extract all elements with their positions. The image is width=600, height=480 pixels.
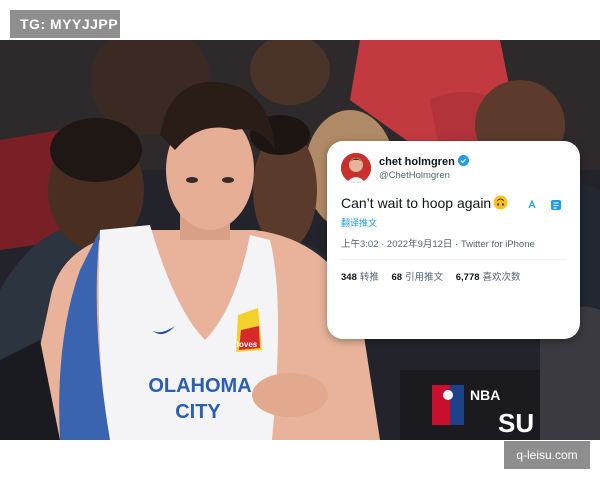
avatar[interactable] (341, 153, 371, 183)
stat-quotes-label: 引用推文 (405, 272, 444, 283)
tweet-text: Can’t wait to hoop again (341, 195, 508, 211)
jersey-city-text: CITY (175, 401, 221, 423)
verified-badge-icon (457, 155, 469, 166)
translate-icons[interactable] (527, 199, 563, 211)
nba-banner-sub-text: SU (498, 408, 534, 438)
basketball-photo: loves OLAHOMA CITY NBA SU chet holmgren … (0, 40, 600, 440)
tweet-stats: 348 转推 68 引用推文 6,778 喜欢次数 (341, 269, 531, 283)
tweet-card[interactable]: chet holmgren @ChetHolmgren Can’t wait t… (327, 141, 580, 339)
stat-likes-label: 喜欢次数 (482, 272, 521, 283)
stat-retweets[interactable]: 348 转推 (341, 269, 379, 283)
upside-down-face-emoji-icon (493, 195, 508, 210)
translate-tweet-link[interactable]: 翻译推文 (341, 216, 377, 229)
display-name-text: chet holmgren (379, 156, 455, 168)
tweet-text-content: Can’t wait to hoop again (341, 195, 492, 211)
nba-banner-text: NBA (470, 387, 500, 403)
avatar-image (341, 153, 371, 183)
divider (341, 259, 566, 260)
stat-retweets-label: 转推 (359, 272, 379, 283)
jersey-team-text: OLAHOMA (148, 375, 251, 397)
sponsor-text: loves (237, 340, 258, 349)
stat-retweets-count: 348 (341, 272, 357, 283)
stat-likes[interactable]: 6,778 喜欢次数 (456, 269, 521, 283)
display-name[interactable]: chet holmgren (379, 155, 469, 168)
stat-quotes[interactable]: 68 引用推文 (392, 269, 444, 283)
user-handle[interactable]: @ChetHolmgren (379, 170, 450, 181)
tweet-meta[interactable]: 上午3:02 · 2022年9月12日 · Twitter for iPhone (341, 236, 535, 250)
watermark: q-leisu.com (504, 441, 590, 469)
stat-likes-count: 6,778 (455, 272, 480, 283)
tg-badge: TG: MYYJJPP (10, 10, 120, 38)
stat-quotes-count: 68 (391, 272, 403, 283)
tg-badge-text: TG: MYYJJPP (20, 16, 119, 32)
page: TG: MYYJJPP loves OLAHOMA CITY NBA SU ch… (0, 0, 600, 480)
